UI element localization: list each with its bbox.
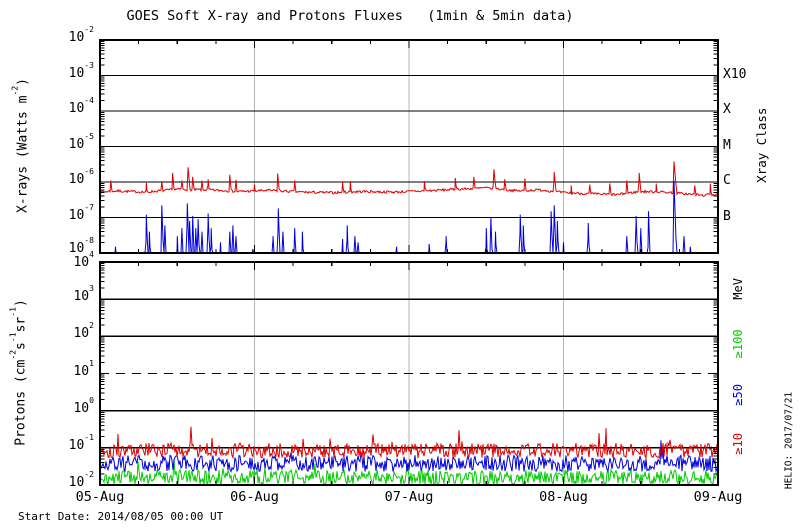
xray-class-label: X — [723, 102, 731, 117]
xray-axis-title: X-rays (Watts m-2) — [10, 78, 31, 213]
xray-y-tick-label: 10-5 — [68, 131, 94, 152]
proton-y-tick-label: 104 — [73, 250, 94, 270]
x-tick-label: 09-Aug — [693, 489, 743, 505]
xray-y-tick-label: 10-4 — [68, 96, 94, 116]
proton-axis-title: Protons (cm-2s-1sr-1) — [8, 299, 29, 446]
plot-canvas — [99, 39, 719, 486]
xray-class-label: X10 — [723, 66, 747, 82]
goes-flux-figure: GOES Soft X-ray and Protons Fluxes (1min… — [0, 0, 800, 530]
proton-energy-label: ≥10 — [731, 432, 746, 455]
xray-class-label: C — [723, 173, 731, 188]
x-tick-label: 07-Aug — [384, 489, 434, 505]
xray-y-tick-label: 10-7 — [68, 202, 94, 223]
x-tick-label: 08-Aug — [539, 489, 588, 505]
x-tick-label: 06-Aug — [230, 489, 279, 505]
xray-y-tick-label: 10-2 — [68, 25, 94, 45]
proton-y-tick-label: 101 — [73, 358, 94, 379]
xray-class-label: B — [723, 208, 731, 224]
proton-y-tick-label: 103 — [73, 284, 94, 305]
xray-y-tick-label: 10-6 — [68, 167, 94, 187]
xray-y-tick-label: 10-3 — [68, 60, 94, 81]
start-date-label: Start Date: 2014/08/05 00:00 UT — [18, 510, 224, 523]
x-tick-label: 05-Aug — [75, 489, 125, 505]
proton-y-tick-label: 102 — [73, 321, 94, 342]
proton-y-tick-label: 100 — [73, 395, 94, 416]
proton-y-tick-label: 10-1 — [68, 432, 94, 453]
helio-stamp: HELIO: 2017/07/21 — [783, 391, 795, 490]
xray-class-label: M — [723, 137, 731, 153]
